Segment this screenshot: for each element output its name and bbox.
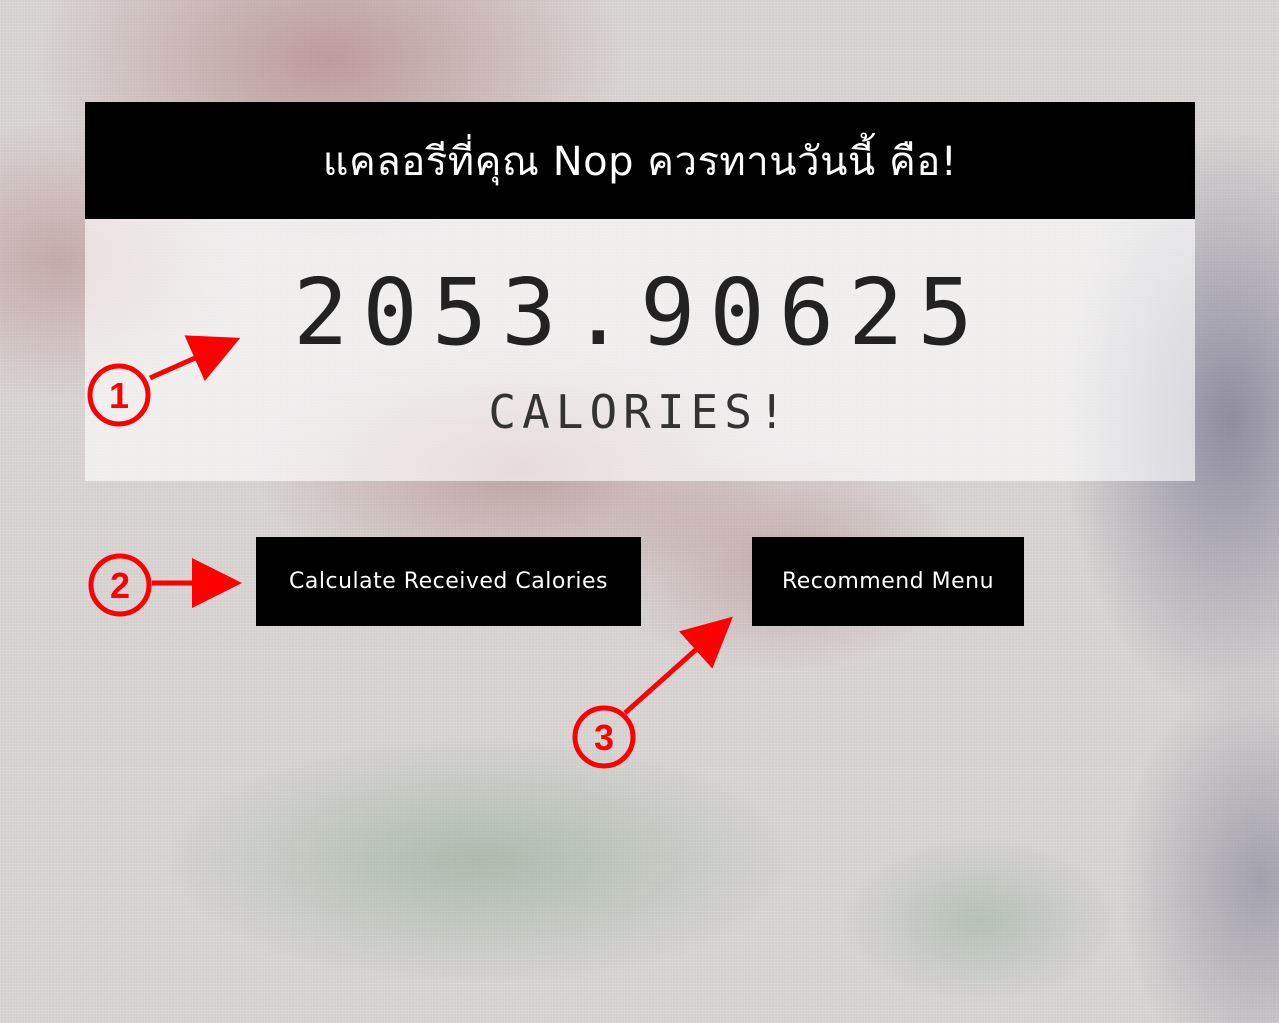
annotation-marker-2: 2 bbox=[88, 553, 242, 617]
calorie-unit-label: CALORIES! bbox=[488, 385, 792, 439]
annotation-marker-3: 3 bbox=[572, 616, 733, 769]
annotation-circle-3 bbox=[572, 705, 636, 769]
calculate-received-calories-button[interactable]: Calculate Received Calories bbox=[256, 537, 641, 626]
page-title: แคลอรีที่คุณ Nop ควรทานวันนี้ คือ! bbox=[85, 102, 1195, 219]
annotation-number-3: 3 bbox=[594, 717, 614, 758]
annotation-circle-2 bbox=[88, 553, 152, 617]
recommend-menu-button[interactable]: Recommend Menu bbox=[752, 537, 1024, 626]
annotation-arrow-3 bbox=[623, 616, 733, 715]
calorie-result-panel: แคลอรีที่คุณ Nop ควรทานวันนี้ คือ! 2053.… bbox=[85, 102, 1195, 481]
result-card: 2053.90625 CALORIES! bbox=[85, 219, 1195, 481]
annotation-number-2: 2 bbox=[110, 565, 130, 606]
calorie-value: 2053.90625 bbox=[293, 259, 987, 366]
